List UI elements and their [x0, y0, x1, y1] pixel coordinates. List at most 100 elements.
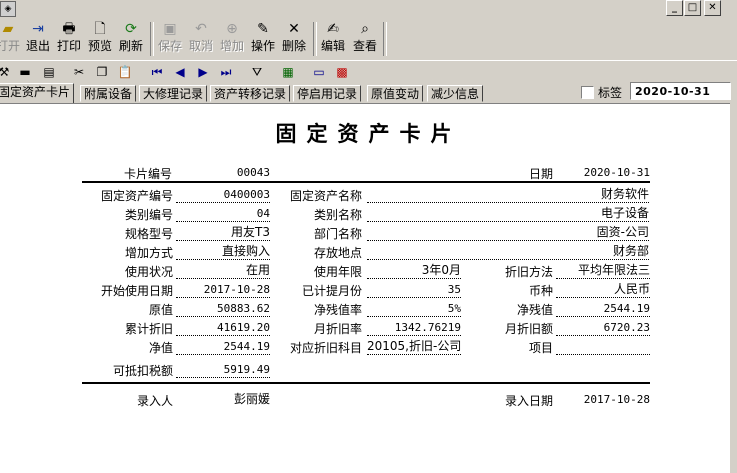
- header-rule: [82, 181, 650, 183]
- tab-asset-card[interactable]: 固定资产卡片: [0, 83, 75, 103]
- accum-label: 累计折旧: [125, 322, 174, 336]
- net-label: 净值: [149, 341, 174, 355]
- main-toolbar: ▰ 打开 ⇥ 退出 🖶 打印 🗋 预览 ⟳ 刷新 ▣ 保存 ↶ 取消 ⊕ 增加 ✎ 操作 ✕ 删除 …: [0, 18, 737, 58]
- tool-icon[interactable]: ⚒: [0, 64, 13, 81]
- tab-suspend-records[interactable]: 停启用记录: [293, 85, 362, 102]
- add-button[interactable]: ⊕ 增加: [218, 20, 246, 58]
- view-magnifier-icon: ⌕: [361, 21, 369, 37]
- open-button[interactable]: ▰ 打开: [0, 20, 20, 58]
- cancel-button[interactable]: ↶ 取消: [187, 20, 215, 58]
- vertical-scrollbar[interactable]: [730, 103, 737, 472]
- date-value: 2020-10-31: [583, 166, 650, 179]
- entry-date-value: 2017-10-28: [583, 393, 650, 406]
- entered-by-value: 彭丽媛: [233, 392, 270, 406]
- tab-strip: 固定资产卡片 附属设备 大修理记录 资产转移记录 停启用记录 原值变动 减少信息: [0, 83, 737, 103]
- prev-record-icon[interactable]: ◀: [171, 64, 189, 81]
- dep-method-label: 折旧方法: [505, 265, 554, 279]
- asset-name-value: 财务软件: [367, 187, 649, 203]
- salvage-rate-value: 5%: [367, 301, 461, 317]
- category-name-value: 电子设备: [367, 206, 649, 222]
- minimize-button[interactable]: _: [666, 0, 683, 16]
- entered-by-label: 录入人: [137, 394, 174, 408]
- grid-icon[interactable]: ▦: [279, 64, 297, 81]
- paste-icon[interactable]: 📋: [116, 64, 134, 81]
- app-icon[interactable]: ◈: [0, 1, 16, 17]
- copy-icon[interactable]: ❐: [93, 64, 111, 81]
- preview-icon: 🗋: [94, 21, 106, 37]
- add-document-icon: ⊕: [226, 21, 238, 37]
- monthly-rate-label: 月折旧率: [314, 322, 363, 336]
- card-no-value: 00043: [236, 166, 270, 179]
- salvage-value: 2544.19: [556, 301, 650, 317]
- card-no-label: 卡片编号: [124, 167, 173, 181]
- first-record-icon[interactable]: ⏮: [148, 64, 166, 81]
- delete-button[interactable]: ✕ 删除: [280, 20, 308, 58]
- project-label: 项目: [529, 341, 554, 355]
- tab-reduction-info[interactable]: 减少信息: [427, 85, 484, 102]
- add-method-value: 直接购入: [176, 244, 270, 260]
- start-date-label: 开始使用日期: [101, 284, 174, 298]
- tax-label: 可抵扣税额: [113, 364, 174, 378]
- operate-icon: ✎: [257, 21, 269, 37]
- filter-icon[interactable]: ⛛: [248, 64, 266, 81]
- folder-open-icon: ▰: [2, 21, 14, 37]
- spec-label: 规格型号: [125, 227, 174, 241]
- maximize-button[interactable]: □: [684, 0, 701, 16]
- toolbar-separator: [313, 22, 317, 56]
- print-button[interactable]: 🖶 打印: [55, 20, 83, 58]
- account-value: 20105,折旧-公司: [367, 339, 461, 355]
- monthly-rate-value: 1342.76219: [367, 320, 461, 336]
- card-icon[interactable]: ▤: [40, 64, 58, 81]
- bookmark-checkbox[interactable]: [581, 86, 594, 99]
- asset-name-label: 固定资产名称: [290, 189, 363, 203]
- months-value: 35: [367, 282, 461, 298]
- cut-icon[interactable]: ✂: [70, 64, 88, 81]
- months-label: 已计提月份: [302, 284, 363, 298]
- asset-no-value: 0400003: [176, 187, 270, 203]
- dep-method-value: 平均年限法三: [556, 263, 650, 279]
- preview-button[interactable]: 🗋 预览: [86, 20, 114, 58]
- category-no-label: 类别编号: [125, 208, 174, 222]
- operate-button[interactable]: ✎ 操作: [249, 20, 277, 58]
- original-value: 50883.62: [176, 301, 270, 317]
- tab-value-change[interactable]: 原值变动: [367, 85, 424, 102]
- calculator-icon[interactable]: ▭: [310, 64, 328, 81]
- add-method-label: 增加方式: [125, 246, 174, 260]
- spec-value: 用友T3: [176, 225, 270, 241]
- tab-overhaul-records[interactable]: 大修理记录: [139, 85, 208, 102]
- layout-icon[interactable]: ▩: [333, 64, 351, 81]
- date-field[interactable]: 2020-10-31: [630, 82, 731, 100]
- monthly-amt-value: 6720.23: [556, 320, 650, 336]
- undo-icon: ↶: [195, 21, 207, 37]
- edit-button[interactable]: ✍ 编辑: [319, 20, 347, 58]
- exit-door-icon: ⇥: [32, 21, 44, 37]
- account-label: 对应折旧科目: [290, 341, 363, 355]
- salvage-label: 净残值: [517, 303, 554, 317]
- next-record-icon[interactable]: ▶: [194, 64, 212, 81]
- asset-card-panel: 固定资产卡片 卡片编号 00043 日期 2020-10-31 固定资产编号 0…: [0, 103, 730, 473]
- life-value: 3年0月: [367, 263, 461, 279]
- close-button[interactable]: ✕: [704, 0, 721, 16]
- refresh-icon: ⟳: [125, 21, 137, 37]
- tab-transfer-records[interactable]: 资产转移记录: [210, 85, 291, 102]
- salvage-rate-label: 净残值率: [314, 303, 363, 317]
- tax-value: 5919.49: [176, 362, 270, 378]
- exit-button[interactable]: ⇥ 退出: [24, 20, 52, 58]
- view-button[interactable]: ⌕ 查看: [351, 20, 379, 58]
- asset-no-label: 固定资产编号: [101, 189, 174, 203]
- dept-label: 部门名称: [314, 227, 363, 241]
- currency-value: 人民币: [556, 282, 650, 298]
- title-bar: ◈ _ □ ✕: [0, 0, 737, 17]
- toolbar-separator: [150, 22, 154, 56]
- category-no-value: 04: [176, 206, 270, 222]
- secondary-toolbar: ⚒ ▬ ▤ ✂ ❐ 📋 ⏮ ◀ ▶ ⏭ ⛛ ▦ ▭ ▩: [0, 60, 737, 84]
- refresh-button[interactable]: ⟳ 刷新: [117, 20, 145, 58]
- tab-attached-equipment[interactable]: 附属设备: [80, 85, 137, 102]
- usage-label: 使用状况: [125, 265, 174, 279]
- save-button[interactable]: ▣ 保存: [156, 20, 184, 58]
- save-disk-icon: ▣: [163, 21, 177, 37]
- last-record-icon[interactable]: ⏭: [217, 64, 235, 81]
- net-value: 2544.19: [176, 339, 270, 355]
- card-title: 固定资产卡片: [275, 121, 462, 146]
- stamp-icon[interactable]: ▬: [16, 64, 34, 81]
